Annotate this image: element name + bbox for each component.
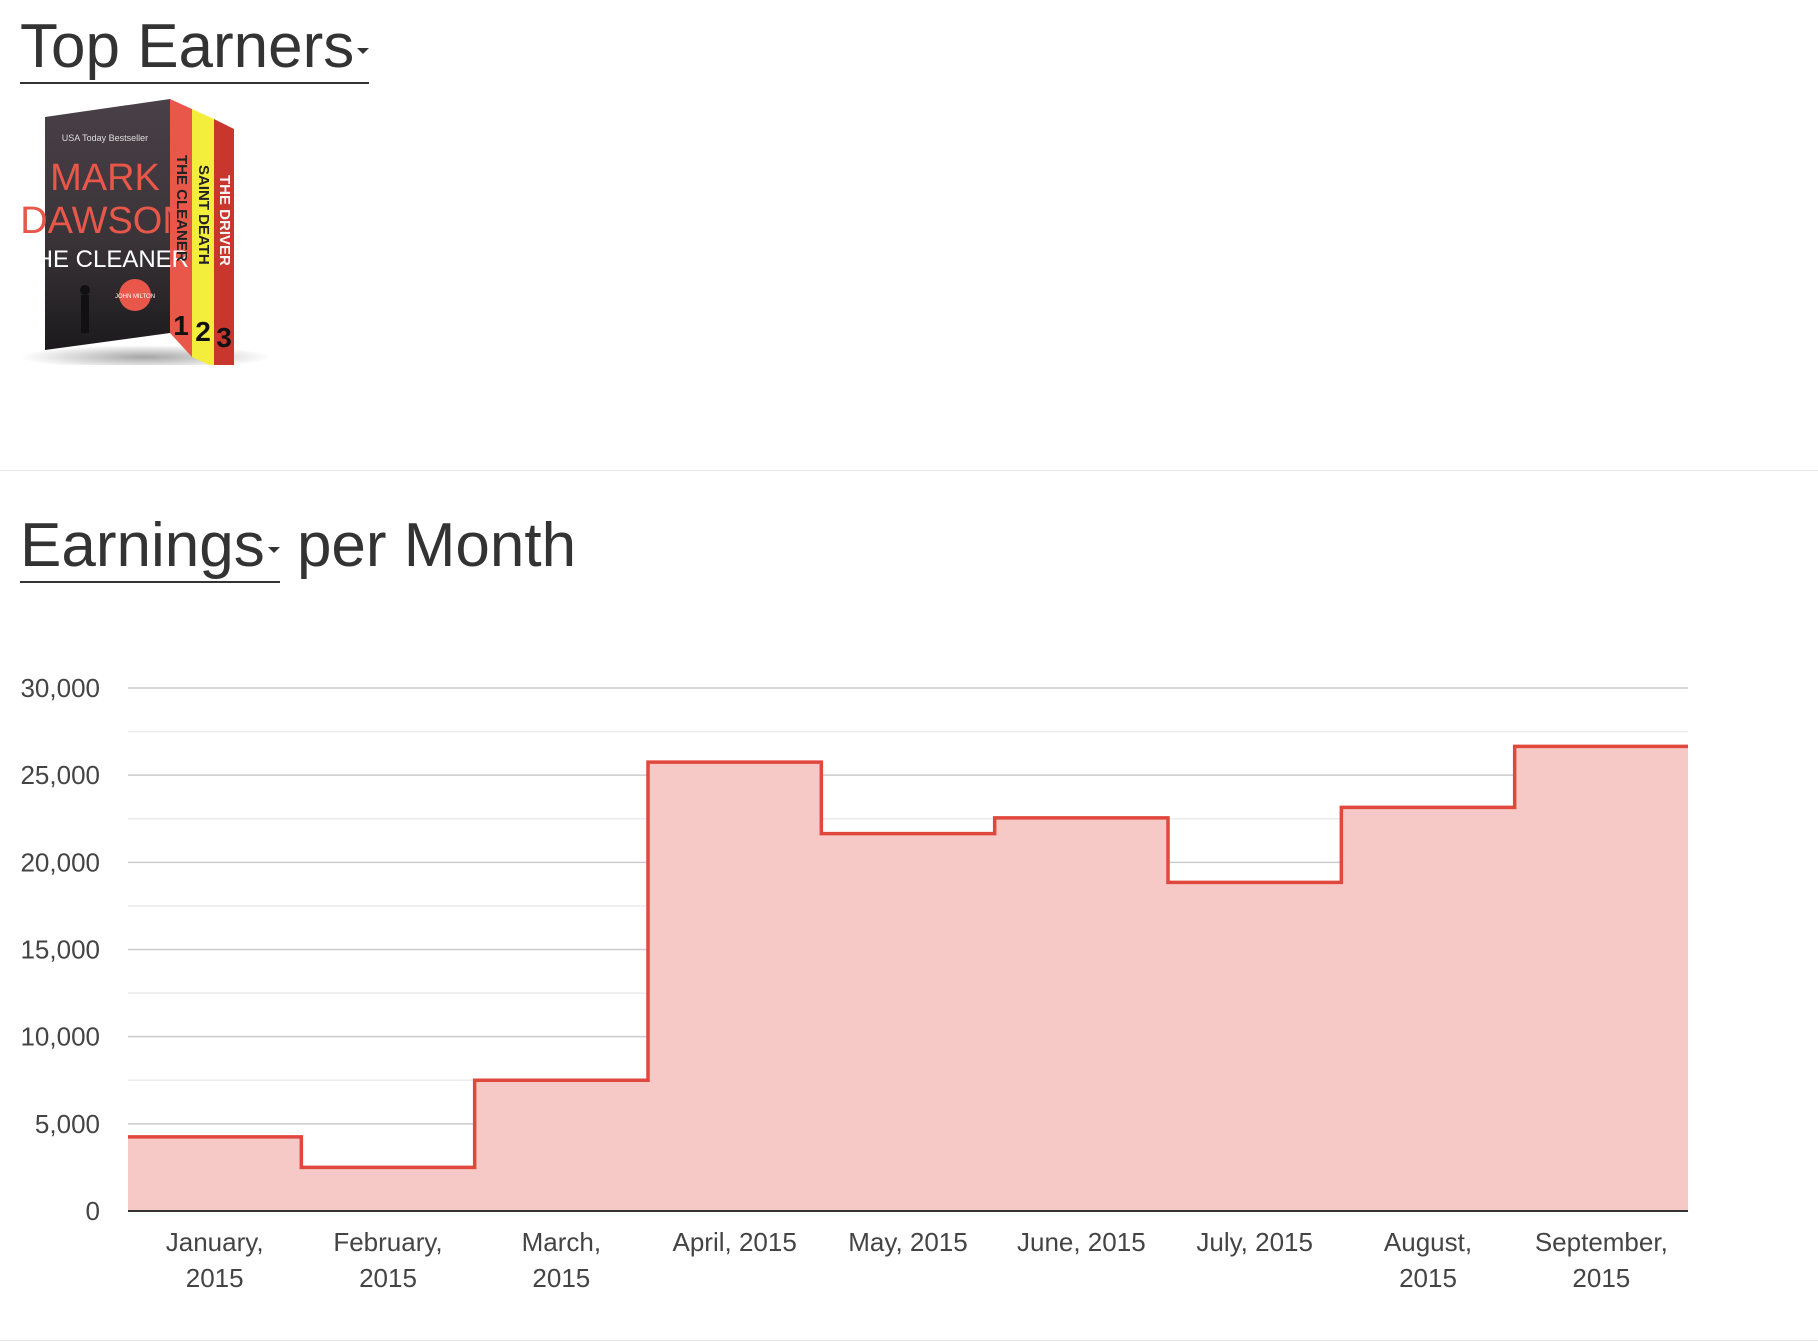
x-tick-label: May, 2015 <box>848 1227 967 1257</box>
spine-number-3: 3 <box>216 322 232 353</box>
x-tick-label: 2015 <box>532 1263 590 1293</box>
y-tick-label: 25,000 <box>20 760 100 790</box>
earnings-per-month-title: Earnings per Month <box>20 515 576 583</box>
y-tick-label: 20,000 <box>20 847 100 877</box>
x-tick-label: June, 2015 <box>1017 1227 1146 1257</box>
spine-number-2: 2 <box>195 316 211 347</box>
book-figure-head <box>80 285 90 295</box>
section-divider <box>0 470 1818 471</box>
x-tick-label: August, <box>1384 1227 1472 1257</box>
spine-title-2: SAINT DEATH <box>195 165 212 265</box>
top-earners-dropdown[interactable]: Top Earners <box>20 16 370 84</box>
spine-title-3: THE DRIVER <box>216 175 233 266</box>
data-step-9 <box>1515 746 1688 1211</box>
x-tick-label: 2015 <box>186 1263 244 1293</box>
spine-title-1: THE CLEANER <box>173 155 190 262</box>
spine-number-1: 1 <box>173 310 189 341</box>
x-tick-label: 2015 <box>1399 1263 1457 1293</box>
x-tick-label: February, <box>333 1227 442 1257</box>
data-step-2 <box>301 1167 474 1211</box>
data-step-3 <box>475 1080 648 1211</box>
x-axis-ticks: January, 2015 February, 2015 March, 2015 April… <box>166 1227 1668 1293</box>
x-tick-label: January, <box>166 1227 264 1257</box>
x-tick-label: September, <box>1535 1227 1668 1257</box>
y-tick-label: 0 <box>86 1196 100 1226</box>
y-tick-label: 10,000 <box>20 1022 100 1052</box>
data-step-1 <box>128 1137 301 1211</box>
y-axis-ticks: 0 5,000 10,000 15,000 20,000 25,000 30,000 <box>20 673 100 1226</box>
chevron-down-icon <box>357 47 370 54</box>
book-badge-text: JOHN MILTON <box>115 294 155 300</box>
chevron-down-icon <box>267 546 280 553</box>
earnings-metric-label: Earnings <box>20 511 265 580</box>
top-earners-label: Top Earners <box>20 12 355 81</box>
earnings-chart: 0 5,000 10,000 15,000 20,000 25,000 30,000 Jan… <box>20 673 1688 1293</box>
x-tick-label: July, 2015 <box>1196 1227 1313 1257</box>
x-tick-label: 2015 <box>359 1263 417 1293</box>
earnings-metric-dropdown[interactable]: Earnings <box>20 515 280 583</box>
data-step-4 <box>648 762 821 1211</box>
data-step-7 <box>1168 882 1341 1211</box>
data-step-8 <box>1341 807 1514 1211</box>
y-tick-label: 5,000 <box>35 1109 100 1139</box>
chart-area-layer <box>128 744 1688 1212</box>
data-step-6 <box>995 818 1168 1211</box>
y-tick-label: 15,000 <box>20 935 100 965</box>
data-step-5 <box>821 834 994 1211</box>
x-tick-label: 2015 <box>1572 1263 1630 1293</box>
book-top-text: USA Today Bestseller <box>62 133 148 143</box>
earnings-title-suffix: per Month <box>296 511 577 580</box>
x-tick-label: April, 2015 <box>673 1227 797 1257</box>
book-figure <box>81 295 89 333</box>
book-author-last: DAWSON <box>20 200 190 242</box>
book-cover-image[interactable]: USA Today Bestseller MARK DAWSON THE CLE… <box>20 95 270 365</box>
book-series-title: THE CLEANER <box>21 246 189 273</box>
book-author-first: MARK <box>50 157 160 199</box>
x-tick-label: March, <box>522 1227 601 1257</box>
top-earners-title: Top Earners <box>20 16 370 84</box>
y-tick-label: 30,000 <box>20 673 100 703</box>
